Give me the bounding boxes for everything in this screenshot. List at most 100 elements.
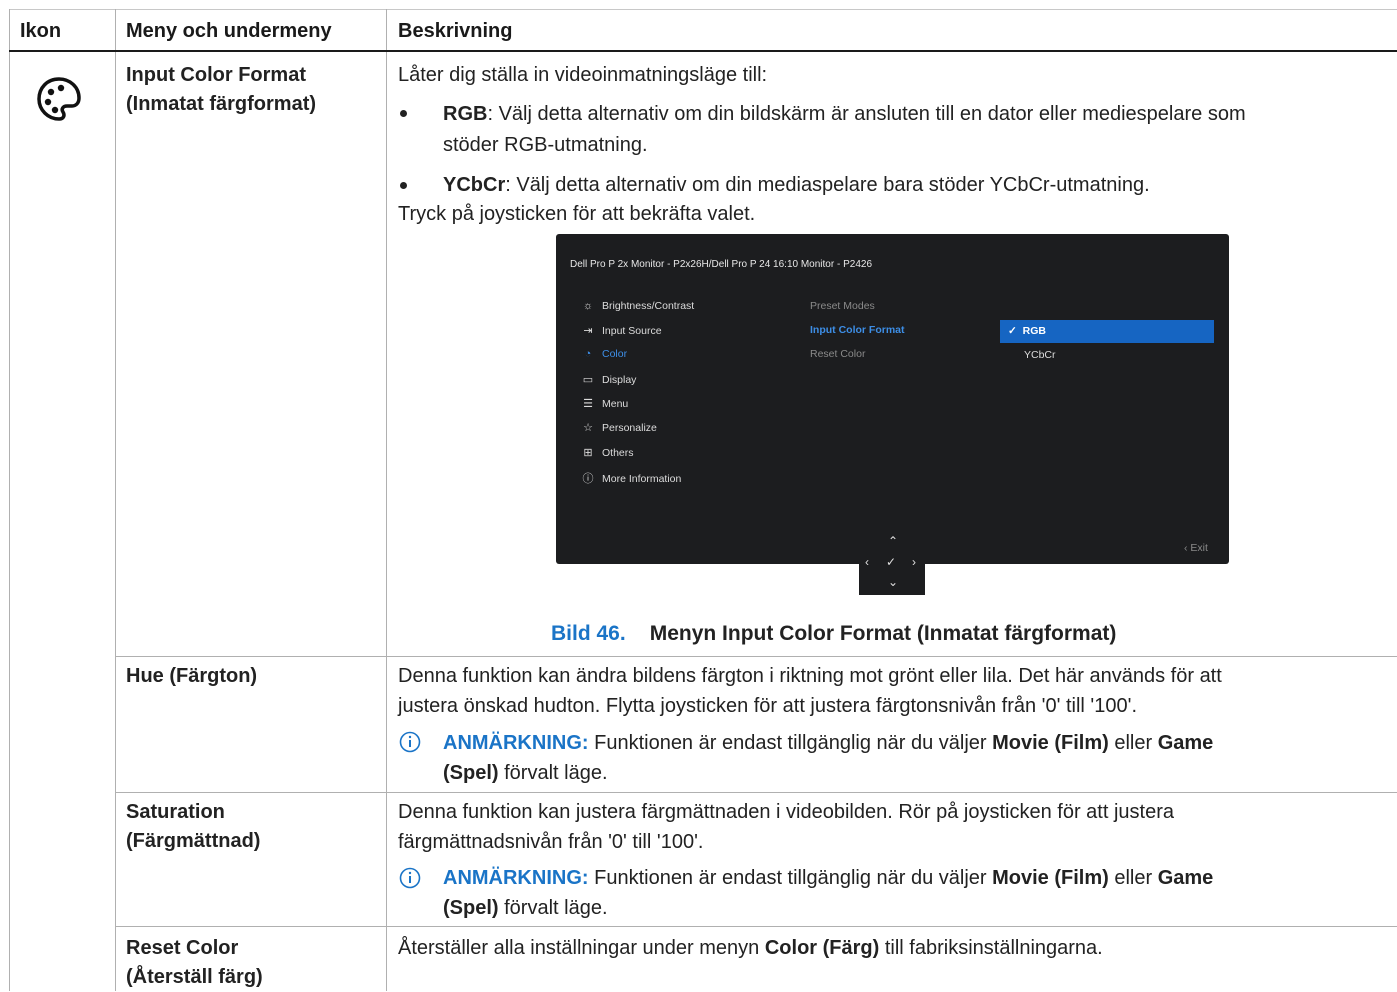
menu-name-input-color-format-sv: (Inmatat färgformat) — [126, 93, 317, 115]
bullet-rgb-continued: stöder RGB-utmatning. — [443, 134, 648, 156]
osd-menu-label: Others — [602, 447, 634, 459]
description-outro: Tryck på joysticken för att bekräfta val… — [398, 203, 756, 225]
osd-menu-more-information: ⓘ More Information — [580, 470, 682, 486]
osd-option-label: RGB — [1022, 325, 1046, 337]
bullet-rgb-term: RGB — [443, 103, 488, 125]
bullet — [400, 110, 407, 117]
osd-menu-personalize: ☆ Personalize — [580, 421, 657, 434]
column-divider-2 — [386, 9, 387, 991]
row-divider — [115, 926, 1397, 927]
row-divider — [115, 656, 1397, 657]
color-palette-icon: ◔ — [584, 348, 592, 360]
header-rule — [9, 50, 1397, 52]
menu-reference-color: Color (Färg) — [764, 937, 880, 959]
osd-menu-display: ▭ Display — [580, 373, 637, 386]
hue-note-continued: (Spel) förvalt läge. — [443, 758, 608, 788]
chevron-up-icon: ⌃ — [888, 534, 899, 548]
brightness-icon: ☼ — [582, 300, 594, 312]
note-mode-game: Game — [1157, 867, 1214, 889]
header-description-column: Beskrivning — [398, 20, 513, 42]
note-label: ANMÄRKNING: — [443, 867, 589, 889]
osd-menu-label: Display — [602, 374, 637, 386]
osd-menu-label: Brightness/Contrast — [602, 300, 695, 312]
menu-name-reset-color-sv: (Återställ färg) — [126, 966, 263, 988]
note-mode-game-sv: (Spel) — [443, 897, 499, 919]
menu-name-reset-color: Reset Color — [126, 937, 239, 959]
osd-menu-label: Input Source — [602, 325, 662, 337]
note-text: Funktionen är endast tillgänglig när du … — [588, 867, 993, 889]
saturation-description-line1: Denna funktion kan justera färgmättnaden… — [398, 801, 1174, 823]
figure-number: Bild 46. — [551, 622, 626, 645]
note-mode-movie: Movie (Film) — [992, 732, 1109, 754]
osd-submenu-input-color-format: Input Color Format — [810, 324, 905, 336]
table-top-border — [9, 9, 1397, 10]
bullet-rgb-text: : Välj detta alternativ om din bildskärm… — [487, 103, 1246, 125]
bullet-rgb: RGB: Välj detta alternativ om din bildsk… — [443, 99, 1246, 129]
osd-exit: ‹ Exit — [1184, 542, 1208, 554]
note-text: förvalt läge. — [498, 897, 608, 919]
menu-name-saturation-sv: (Färgmättnad) — [126, 830, 261, 852]
info-icon — [399, 867, 421, 889]
bullet-ycbcr: YCbCr: Välj detta alternativ om din medi… — [443, 170, 1150, 200]
bullet — [400, 182, 407, 189]
info-icon — [399, 731, 421, 753]
column-divider-1 — [115, 9, 116, 991]
row-divider — [115, 792, 1397, 793]
description-text: till fabriksinställningarna. — [879, 937, 1103, 959]
osd-menu-screenshot: Dell Pro P 2x Monitor - P2x26H/Dell Pro … — [556, 234, 1229, 564]
osd-menu-label: Color — [602, 348, 628, 360]
osd-submenu-reset-color: Reset Color — [810, 348, 866, 360]
chevron-left-icon: ‹ — [865, 555, 869, 569]
note-text: eller — [1108, 867, 1158, 889]
hue-note: ANMÄRKNING: Funktionen är endast tillgän… — [443, 728, 1213, 758]
note-text: eller — [1108, 732, 1158, 754]
osd-option-rgb: ✓ RGB — [1008, 325, 1046, 337]
saturation-note-continued: (Spel) förvalt läge. — [443, 893, 608, 923]
display-icon: ▭ — [582, 374, 594, 386]
hue-description-line1: Denna funktion kan ändra bildens färgton… — [398, 665, 1222, 687]
note-mode-game-sv: (Spel) — [443, 762, 499, 784]
note-text: förvalt läge. — [498, 762, 608, 784]
note-mode-game: Game — [1157, 732, 1214, 754]
chevron-left-icon: ‹ — [1184, 542, 1188, 554]
bullet-ycbcr-text: : Välj detta alternativ om din mediaspel… — [505, 174, 1150, 196]
figure-caption: Bild 46. Menyn Input Color Format (Inmata… — [551, 619, 1116, 649]
check-icon: ✓ — [886, 555, 897, 569]
osd-menu-label: More Information — [602, 473, 682, 485]
saturation-note: ANMÄRKNING: Funktionen är endast tillgän… — [443, 863, 1213, 893]
osd-menu-menu: ☰ Menu — [580, 397, 628, 410]
note-label: ANMÄRKNING: — [443, 732, 589, 754]
note-text: Funktionen är endast tillgänglig när du … — [588, 732, 993, 754]
menu-name-hue: Hue (Färgton) — [126, 665, 258, 687]
osd-exit-label: Exit — [1190, 542, 1208, 554]
others-icon: ⊞ — [583, 447, 593, 459]
hue-description-line2: justera önskad hudton. Flytta joysticken… — [398, 695, 1137, 717]
osd-menu-label: Menu — [602, 398, 629, 410]
chevron-down-icon: ⌄ — [888, 575, 899, 589]
info-icon: ⓘ — [582, 473, 594, 485]
menu-name-input-color-format: Input Color Format — [126, 64, 306, 86]
table-left-border — [9, 9, 10, 991]
reset-color-description: Återställer alla inställningar under men… — [398, 933, 1103, 963]
menu-icon: ☰ — [583, 398, 593, 410]
input-source-icon: ⇥ — [583, 325, 593, 337]
joystick-control-graphic: ⌃ ‹ ✓ › ⌄ — [859, 531, 925, 595]
osd-menu-brightness-contrast: ☼ Brightness/Contrast — [580, 300, 694, 312]
color-palette-icon — [37, 77, 81, 121]
bullet-ycbcr-term: YCbCr — [443, 174, 506, 196]
star-icon: ☆ — [583, 422, 593, 434]
osd-option-ycbcr: YCbCr — [1024, 349, 1056, 361]
saturation-description-line2: färgmättnadsnivån från '0' till '100'. — [398, 831, 704, 853]
figure-title: Menyn Input Color Format (Inmatat färgfo… — [649, 622, 1117, 645]
osd-menu-color: ◔ Color — [580, 348, 627, 360]
chevron-right-icon: › — [912, 555, 916, 569]
note-mode-movie: Movie (Film) — [992, 867, 1109, 889]
header-icon-column: Ikon — [20, 20, 62, 42]
description-text: Återställer alla inställningar under men… — [398, 937, 765, 959]
osd-title: Dell Pro P 2x Monitor - P2x26H/Dell Pro … — [570, 259, 873, 270]
header-menu-column: Meny och undermeny — [126, 20, 332, 42]
osd-menu-others: ⊞ Others — [580, 446, 634, 459]
menu-name-saturation: Saturation — [126, 801, 225, 823]
check-icon: ✓ — [1008, 325, 1017, 337]
description-intro: Låter dig ställa in videoinmatningsläge … — [398, 64, 768, 86]
